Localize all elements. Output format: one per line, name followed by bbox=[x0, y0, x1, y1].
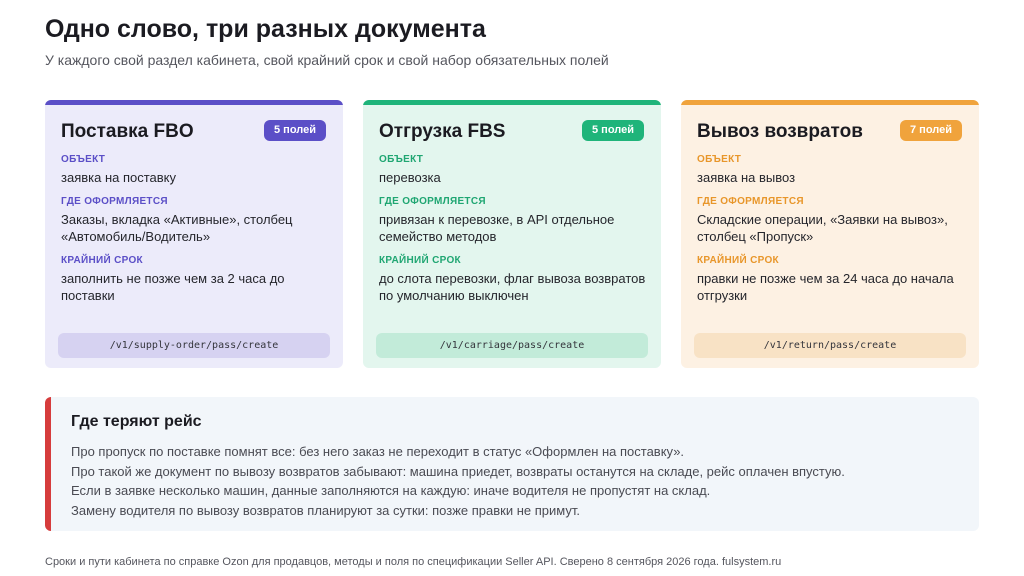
section-text-object: перевозка bbox=[379, 170, 441, 185]
card-body: ОБЪЕКТ заявка на вывоз ГДЕ ОФОРМЛЯЕТСЯ С… bbox=[697, 154, 965, 314]
warning-callout: Где теряют рейс Про пропуск по поставке … bbox=[45, 397, 979, 531]
callout-line: Про такой же документ по вывозу возврато… bbox=[71, 463, 845, 479]
section-label-where: ГДЕ ОФОРМЛЯЕТСЯ bbox=[697, 196, 804, 207]
section-label-where: ГДЕ ОФОРМЛЯЕТСЯ bbox=[61, 196, 168, 207]
section-label-object: ОБЪЕКТ bbox=[61, 154, 106, 165]
fields-count-badge: 7 полей bbox=[900, 120, 962, 141]
card-returns: Вывоз возвратов 7 полей ОБЪЕКТ заявка на… bbox=[681, 100, 979, 368]
card-accent-bar bbox=[45, 100, 343, 105]
section-label-deadline: КРАЙНИЙ СРОК bbox=[379, 255, 461, 266]
callout-accent-bar bbox=[45, 397, 51, 531]
fields-count-badge: 5 полей bbox=[582, 120, 644, 141]
section-label-object: ОБЪЕКТ bbox=[379, 154, 424, 165]
card-fbs: Отгрузка FBS 5 полей ОБЪЕКТ перевозка ГД… bbox=[363, 100, 661, 368]
card-header: Отгрузка FBS 5 полей bbox=[379, 119, 644, 145]
section-text-deadline: правки не позже чем за 24 часа до начала… bbox=[697, 271, 954, 303]
section-label-where: ГДЕ ОФОРМЛЯЕТСЯ bbox=[379, 196, 486, 207]
api-path: /v1/supply-order/pass/create bbox=[58, 333, 330, 358]
callout-line: Про пропуск по поставке помнят все: без … bbox=[71, 444, 685, 459]
callout-lines: Про пропуск по поставке помнят все: без … bbox=[71, 442, 969, 520]
fields-count-badge: 5 полей bbox=[264, 120, 326, 141]
card-title: Вывоз возвратов bbox=[697, 121, 863, 142]
section-label-object: ОБЪЕКТ bbox=[697, 154, 742, 165]
section-text-deadline: заполнить не позже чем за 2 часа до пост… bbox=[61, 271, 285, 303]
card-header: Поставка FBO 5 полей bbox=[61, 119, 326, 145]
callout-line: Если в заявке несколько машин, данные за… bbox=[71, 483, 711, 498]
page-subtitle: У каждого свой раздел кабинета, свой кра… bbox=[45, 52, 609, 68]
card-accent-bar bbox=[363, 100, 661, 105]
api-path: /v1/carriage/pass/create bbox=[376, 333, 648, 358]
card-header: Вывоз возвратов 7 полей bbox=[697, 119, 962, 145]
section-label-deadline: КРАЙНИЙ СРОК bbox=[61, 255, 143, 266]
api-path: /v1/return/pass/create bbox=[694, 333, 966, 358]
callout-line: Замену водителя по вывозу возвратов план… bbox=[71, 502, 580, 518]
section-label-deadline: КРАЙНИЙ СРОК bbox=[697, 255, 779, 266]
section-text-where: Заказы, вкладка «Активные», столбец «Авт… bbox=[61, 212, 293, 244]
card-fbo: Поставка FBO 5 полей ОБЪЕКТ заявка на по… bbox=[45, 100, 343, 368]
footer-note: Сроки и пути кабинета по справке Ozon дл… bbox=[45, 556, 782, 568]
card-title: Поставка FBO bbox=[61, 121, 194, 142]
section-text-deadline: до слота перевозки, флаг вывоза возврато… bbox=[379, 271, 646, 303]
card-title: Отгрузка FBS bbox=[379, 121, 506, 142]
page-title: Одно слово, три разных документа bbox=[45, 15, 486, 43]
section-text-where: привязан к перевозке, в API отдельное се… bbox=[379, 212, 615, 244]
section-text-object: заявка на поставку bbox=[61, 170, 177, 185]
card-body: ОБЪЕКТ перевозка ГДЕ ОФОРМЛЯЕТСЯ привяза… bbox=[379, 154, 647, 314]
section-text-where: Складские операции, «Заявки на вывоз», с… bbox=[697, 212, 948, 244]
document-cards: Поставка FBO 5 полей ОБЪЕКТ заявка на по… bbox=[45, 100, 979, 368]
callout-title: Где теряют рейс bbox=[71, 413, 202, 430]
card-accent-bar bbox=[681, 100, 979, 105]
section-text-object: заявка на вывоз bbox=[697, 170, 796, 185]
card-body: ОБЪЕКТ заявка на поставку ГДЕ ОФОРМЛЯЕТС… bbox=[61, 154, 329, 314]
